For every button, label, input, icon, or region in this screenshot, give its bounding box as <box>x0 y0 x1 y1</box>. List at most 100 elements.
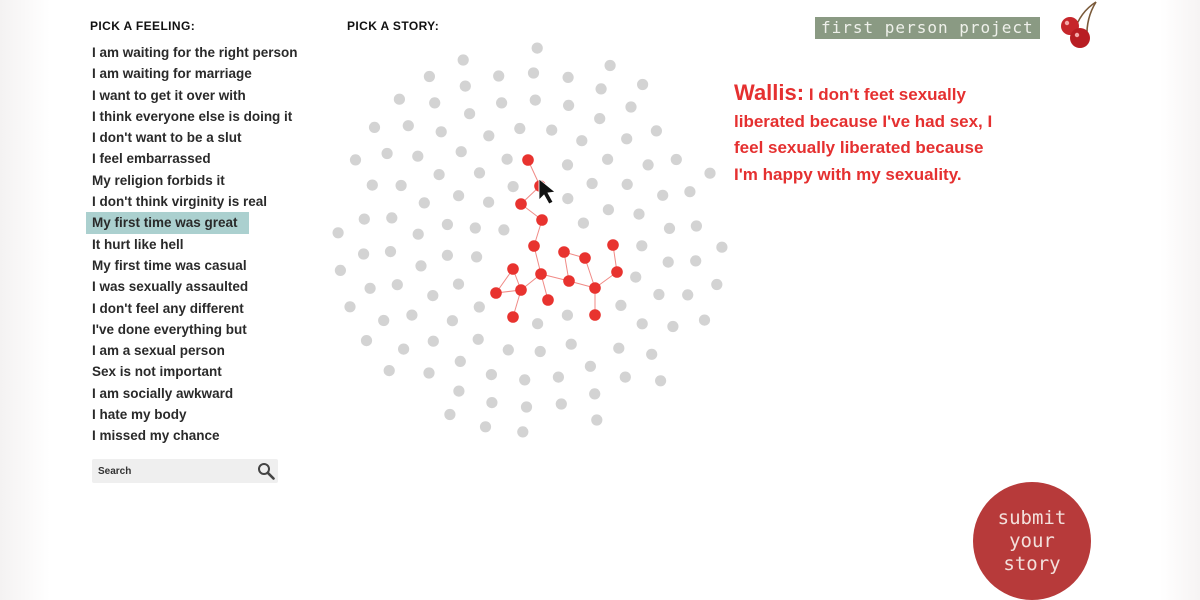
story-dot[interactable] <box>344 301 356 313</box>
logo-text[interactable]: first person project <box>815 17 1040 39</box>
story-dot[interactable] <box>412 150 424 162</box>
story-dot[interactable] <box>621 133 633 145</box>
story-dot[interactable] <box>621 178 633 190</box>
story-dot[interactable] <box>349 154 362 166</box>
story-dot[interactable] <box>646 348 658 360</box>
story-dot[interactable] <box>496 97 508 109</box>
story-dot[interactable] <box>441 249 453 261</box>
story-dot[interactable] <box>625 101 637 113</box>
story-dot[interactable] <box>615 299 627 311</box>
feeling-item[interactable]: I think everyone else is doing it <box>86 106 304 127</box>
story-dot[interactable] <box>602 153 614 165</box>
story-dot[interactable] <box>650 125 662 137</box>
story-dot[interactable] <box>469 222 481 234</box>
story-dot[interactable] <box>485 369 497 381</box>
story-dot[interactable] <box>368 121 381 133</box>
story-dot[interactable] <box>386 212 398 224</box>
story-dot[interactable] <box>584 360 596 372</box>
magnifier-icon[interactable] <box>257 462 275 480</box>
story-dot[interactable] <box>395 179 407 192</box>
story-dot[interactable] <box>562 71 574 83</box>
story-dot[interactable] <box>473 167 486 179</box>
story-dot-highlighted[interactable] <box>589 309 601 321</box>
search-input[interactable] <box>98 463 248 479</box>
story-dot[interactable] <box>471 251 483 263</box>
story-dot[interactable] <box>594 113 606 125</box>
story-dot[interactable] <box>378 314 390 327</box>
story-dot[interactable] <box>534 345 546 358</box>
story-dot[interactable] <box>429 97 441 109</box>
story-dot[interactable] <box>483 196 495 208</box>
story-dot[interactable] <box>418 197 430 209</box>
story-dot[interactable] <box>435 126 447 138</box>
story-dot[interactable] <box>459 80 471 92</box>
story-dot[interactable] <box>690 255 702 267</box>
story-dot[interactable] <box>552 371 564 383</box>
story-dot[interactable] <box>423 70 435 83</box>
story-dot[interactable] <box>441 218 453 231</box>
story-dot[interactable] <box>427 290 439 302</box>
story-dot[interactable] <box>415 260 427 272</box>
feeling-item[interactable]: I don't want to be a slut <box>86 127 304 148</box>
story-dot[interactable] <box>360 335 373 347</box>
story-dot[interactable] <box>546 124 558 136</box>
story-dot[interactable] <box>464 108 476 120</box>
story-dot-highlighted[interactable] <box>535 268 547 280</box>
story-dot[interactable] <box>412 228 424 240</box>
story-dot-highlighted[interactable] <box>507 311 519 323</box>
feeling-item[interactable]: I've done everything but <box>86 319 304 340</box>
story-dot[interactable] <box>619 371 631 383</box>
feeling-item[interactable]: I don't think virginity is real <box>86 191 304 212</box>
feeling-item[interactable]: My first time was casual <box>86 255 304 276</box>
story-dot[interactable] <box>398 343 410 355</box>
story-dot-highlighted[interactable] <box>522 154 534 166</box>
story-dot-highlighted[interactable] <box>611 266 623 278</box>
story-dot[interactable] <box>384 246 397 258</box>
story-dot[interactable] <box>529 94 541 106</box>
story-dot[interactable] <box>452 278 465 290</box>
story-dot[interactable] <box>453 190 465 202</box>
story-dot[interactable] <box>716 241 728 253</box>
story-dot[interactable] <box>446 315 458 327</box>
story-dot[interactable] <box>561 159 574 171</box>
story-dot[interactable] <box>653 288 665 301</box>
story-dot[interactable] <box>381 147 393 160</box>
story-dot[interactable] <box>637 78 649 91</box>
story-dot[interactable] <box>704 167 716 179</box>
feeling-item[interactable]: I am waiting for the right person <box>86 42 304 63</box>
story-dot[interactable] <box>486 397 498 409</box>
story-dot[interactable] <box>642 159 654 171</box>
story-dot[interactable] <box>334 264 346 276</box>
story-dot-highlighted[interactable] <box>507 263 519 275</box>
story-dot[interactable] <box>682 289 694 301</box>
story-dot[interactable] <box>662 256 674 268</box>
story-dot[interactable] <box>667 320 679 333</box>
story-dot[interactable] <box>561 309 573 321</box>
story-dot[interactable] <box>453 385 465 397</box>
story-dot[interactable] <box>613 342 625 354</box>
story-dot[interactable] <box>383 365 395 377</box>
story-dot[interactable] <box>633 208 645 220</box>
story-dot[interactable] <box>332 227 344 239</box>
feeling-item[interactable]: I don't feel any different <box>86 298 304 319</box>
story-dot[interactable] <box>444 408 456 421</box>
story-dot[interactable] <box>657 189 669 201</box>
story-dot[interactable] <box>531 42 543 54</box>
story-dot-highlighted[interactable] <box>528 240 540 252</box>
submit-story-button[interactable]: submit your story <box>973 482 1091 600</box>
story-dot[interactable] <box>472 333 484 345</box>
story-dot[interactable] <box>507 181 519 193</box>
story-dot[interactable] <box>630 271 642 283</box>
story-dot[interactable] <box>532 318 544 330</box>
feeling-item[interactable]: My religion forbids it <box>86 170 304 191</box>
story-dot[interactable] <box>423 367 435 379</box>
feeling-item[interactable]: Sex is not important <box>86 361 304 382</box>
story-dot[interactable] <box>698 314 711 326</box>
story-dot[interactable] <box>514 122 526 135</box>
story-dot[interactable] <box>670 153 682 166</box>
story-dot[interactable] <box>563 99 575 111</box>
story-dot-highlighted[interactable] <box>579 252 591 264</box>
story-dot[interactable] <box>520 401 533 413</box>
story-dot[interactable] <box>358 213 370 225</box>
story-dot[interactable] <box>427 335 439 347</box>
